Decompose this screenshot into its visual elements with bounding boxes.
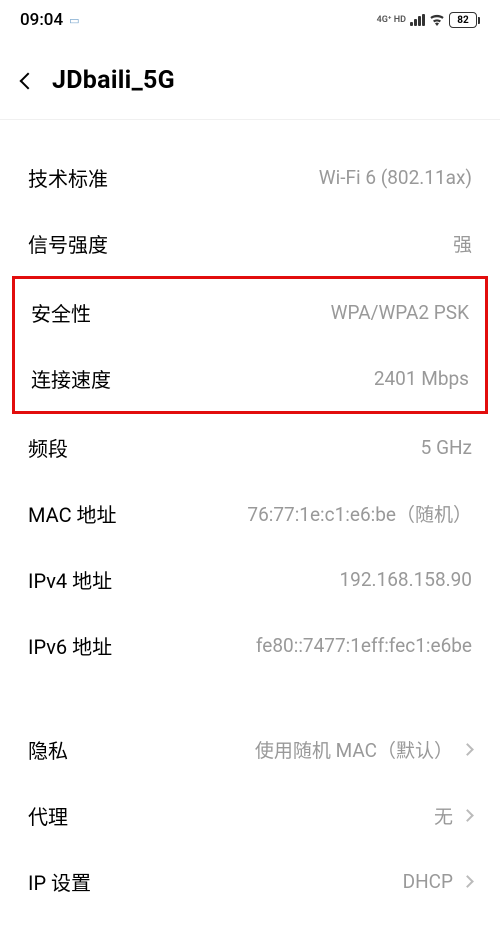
page-title: JDbaili_5G — [52, 66, 175, 95]
value-tech-standard: Wi-Fi 6 (802.11ax) — [319, 166, 472, 189]
label-security: 安全性 — [31, 298, 91, 327]
row-ip-settings[interactable]: IP 设置 DHCP — [0, 848, 500, 914]
label-ipv4-address: IPv4 地址 — [28, 565, 112, 594]
network-details-section: 技术标准 Wi-Fi 6 (802.11ax) 信号强度 强 安全性 WPA/W… — [0, 144, 500, 678]
status-bar: 09:04 ▭ 4G⁺ HD 82 — [0, 0, 500, 38]
row-tech-standard: 技术标准 Wi-Fi 6 (802.11ax) — [0, 144, 500, 210]
value-security: WPA/WPA2 PSK — [331, 301, 469, 324]
row-signal-strength: 信号强度 强 — [0, 210, 500, 276]
row-privacy[interactable]: 隐私 使用随机 MAC（默认） — [0, 716, 500, 782]
value-ipv4-address: 192.168.158.90 — [340, 568, 473, 591]
row-mac-address: MAC 地址 76:77:1e:c1:e6:be（随机） — [0, 480, 500, 546]
back-button[interactable] — [20, 72, 37, 89]
status-left: 09:04 ▭ — [20, 10, 80, 30]
value-ipv6-address: fe80::7477:1eff:fec1:e6be — [256, 634, 472, 657]
header: JDbaili_5G — [0, 38, 500, 120]
value-signal-strength: 强 — [453, 230, 472, 257]
label-band: 频段 — [28, 433, 68, 462]
network-type-label: 4G⁺ HD — [377, 16, 406, 25]
row-band: 频段 5 GHz — [0, 414, 500, 480]
chevron-right-icon — [461, 875, 474, 888]
label-mac-address: MAC 地址 — [28, 499, 117, 528]
label-signal-strength: 信号强度 — [28, 229, 108, 258]
value-privacy: 使用随机 MAC（默认） — [255, 736, 453, 763]
label-link-speed: 连接速度 — [31, 364, 111, 393]
label-proxy: 代理 — [28, 801, 68, 830]
wifi-icon — [429, 14, 445, 26]
status-right: 4G⁺ HD 82 — [377, 12, 480, 28]
label-ip-settings: IP 设置 — [28, 867, 91, 896]
value-band: 5 GHz — [421, 436, 472, 459]
battery-level: 82 — [449, 12, 477, 28]
network-settings-section: 隐私 使用随机 MAC（默认） 代理 无 IP 设置 DHCP — [0, 716, 500, 914]
status-time: 09:04 — [20, 10, 63, 30]
row-ipv6-address: IPv6 地址 fe80::7477:1eff:fec1:e6be — [0, 612, 500, 678]
value-ip-settings: DHCP — [403, 870, 453, 893]
row-security: 安全性 WPA/WPA2 PSK — [15, 279, 485, 345]
cellular-signal-icon — [410, 14, 425, 26]
status-app-icon: ▭ — [69, 14, 79, 27]
chevron-right-icon — [461, 743, 474, 756]
row-proxy[interactable]: 代理 无 — [0, 782, 500, 848]
label-privacy: 隐私 — [28, 735, 68, 764]
row-ipv4-address: IPv4 地址 192.168.158.90 — [0, 546, 500, 612]
label-tech-standard: 技术标准 — [28, 163, 108, 192]
highlighted-rows: 安全性 WPA/WPA2 PSK 连接速度 2401 Mbps — [12, 276, 488, 414]
chevron-right-icon — [461, 809, 474, 822]
label-ipv6-address: IPv6 地址 — [28, 631, 112, 660]
value-proxy: 无 — [434, 802, 453, 829]
value-mac-address: 76:77:1e:c1:e6:be（随机） — [247, 500, 472, 527]
battery-indicator: 82 — [449, 12, 480, 28]
value-link-speed: 2401 Mbps — [374, 367, 469, 390]
row-link-speed: 连接速度 2401 Mbps — [15, 345, 485, 411]
